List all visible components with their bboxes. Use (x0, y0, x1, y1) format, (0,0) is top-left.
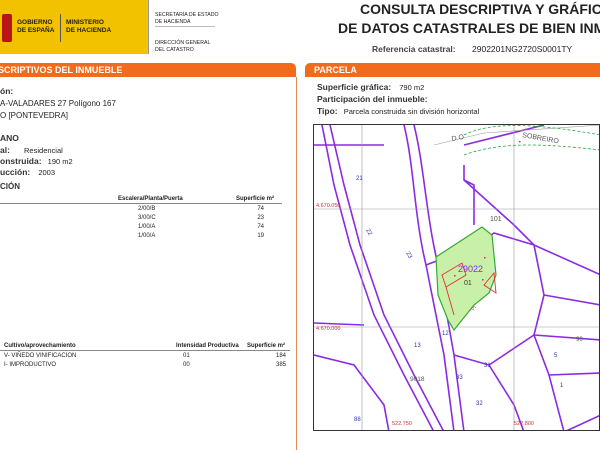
x-coordinate-2: 522.800 (514, 421, 534, 427)
table-cell-area: 74 (257, 224, 264, 230)
directorate-name: DIRECCIÓN GENERAL DEL CATASTRO (155, 40, 211, 53)
table-cell-epp: 2/00/B (138, 206, 156, 212)
secretariat-divider (155, 26, 215, 27)
page-title-line2: DE DATOS CATASTRALES DE BIEN INMUE (338, 20, 600, 36)
parcel-number-31: 31 (484, 363, 491, 369)
participation-label: Participación del inmueble: (317, 94, 428, 104)
crop-header-rule (0, 350, 290, 351)
table-cell-crop-area: 385 (275, 362, 286, 368)
table-cell-crop: I- IMPRODUCTIVO (4, 362, 56, 368)
ministry-name: MINISTERIO DE HACIENDA (66, 19, 112, 34)
parcel-number-33: 33 (456, 375, 463, 381)
parcel-number-22: 22 (364, 228, 373, 237)
year-row: ucción: 2003 (0, 167, 56, 177)
location-line1: A-VALADARES 27 Polígono 167 (0, 99, 116, 108)
road-name-1: D O (451, 134, 465, 143)
parcel-number-1: 1 (560, 383, 564, 389)
cadastral-map-drawing: 29022 01 101 D O SOBREIRO 4.670.050 4.67… (314, 125, 599, 430)
table-cell-area: 23 (257, 215, 264, 221)
target-parcel[interactable] (435, 226, 497, 332)
location-label: ón: (0, 86, 14, 96)
graphic-area-row: Superficie gráfica: 790 m2 (317, 82, 425, 92)
table-cell-area: 19 (257, 233, 264, 239)
neighbor-parcel-label: 101 (490, 216, 502, 223)
ref-label: Referencia catastral: (372, 44, 456, 54)
table-cell-crop: V- VIÑEDO VINIFICACION (4, 353, 77, 359)
construction-header-rule (0, 203, 282, 204)
page-title-line1: CONSULTA DESCRIPTIVA Y GRÁFICA (360, 1, 600, 17)
coat-of-arms-icon (2, 14, 12, 42)
cadastral-map[interactable]: 29022 01 101 D O SOBREIRO 4.670.050 4.67… (313, 124, 600, 431)
construction-title: CIÓN (0, 182, 20, 191)
table-cell-area: 74 (257, 206, 264, 212)
road-name-2: SOBREIRO (522, 132, 560, 145)
cadastral-reference: Referencia catastral: 2902201NG2720S0001… (372, 44, 572, 54)
table-cell-epp: 1/00/A (138, 224, 156, 230)
parcel-number-23: 23 (404, 251, 413, 260)
table-cell-epp: 3/00/C (138, 215, 156, 221)
parcel-number-12: 12 (442, 331, 449, 337)
built-area-row: onstruida: 190 m2 (0, 156, 73, 166)
gov-name: GOBIERNO DE ESPAÑA (17, 19, 55, 34)
intensity-header: Intensidad Productiva (176, 343, 239, 349)
column-divider (296, 77, 297, 450)
parcel-number-label: 29022 (458, 264, 483, 274)
parcel-number-21: 21 (356, 176, 363, 182)
table-cell-epp: 1/00/A (138, 233, 156, 239)
parcel-number-5: 5 (554, 353, 558, 359)
parcel-number-13: 13 (414, 343, 421, 349)
class-value: ANO (0, 133, 19, 143)
table-cell-intensity: 00 (183, 362, 190, 368)
x-coordinate-1: 522.750 (392, 421, 412, 427)
property-data-bar: SCRIPTIVOS DEL INMUEBLE (0, 63, 296, 77)
parcel-number-90: 90 (576, 337, 583, 343)
crop-area-header: Superficie m² (247, 343, 286, 349)
secretariat-box: SECRETARÍA DE ESTADO DE HACIENDA DIRECCI… (148, 0, 219, 54)
y-coordinate-2: 4.670.000 (316, 326, 340, 332)
subparcel-label: 01 (464, 280, 472, 287)
parcel-number-88: 88 (354, 417, 361, 423)
parcel-bar: PARCELA (305, 63, 600, 77)
y-coordinate-1: 4.670.050 (316, 203, 340, 209)
use-row: al: Residencial (0, 145, 63, 155)
area-header: Superficie m² (236, 196, 275, 202)
parcel-number-9018: 9018 (410, 376, 425, 383)
table-cell-crop-area: 184 (275, 353, 286, 359)
logo-divider (60, 14, 61, 42)
secretariat-name: SECRETARÍA DE ESTADO DE HACIENDA (155, 12, 219, 25)
type-row: Tipo: Parcela construida sin división ho… (317, 106, 480, 116)
table-cell-intensity: 01 (183, 353, 190, 359)
ref-value[interactable]: 2902201NG2720S0001TY (472, 44, 572, 54)
crop-header: Cultivo/aprovechamiento (4, 343, 76, 349)
location-line2: O [PONTEVEDRA] (0, 111, 69, 120)
building-code-label: PI (471, 305, 479, 312)
parcel-number-32: 32 (476, 401, 483, 407)
stair-floor-door-header: Escalera/Planta/Puerta (118, 196, 183, 202)
government-logo: GOBIERNO DE ESPAÑA MINISTERIO DE HACIEND… (0, 0, 148, 54)
